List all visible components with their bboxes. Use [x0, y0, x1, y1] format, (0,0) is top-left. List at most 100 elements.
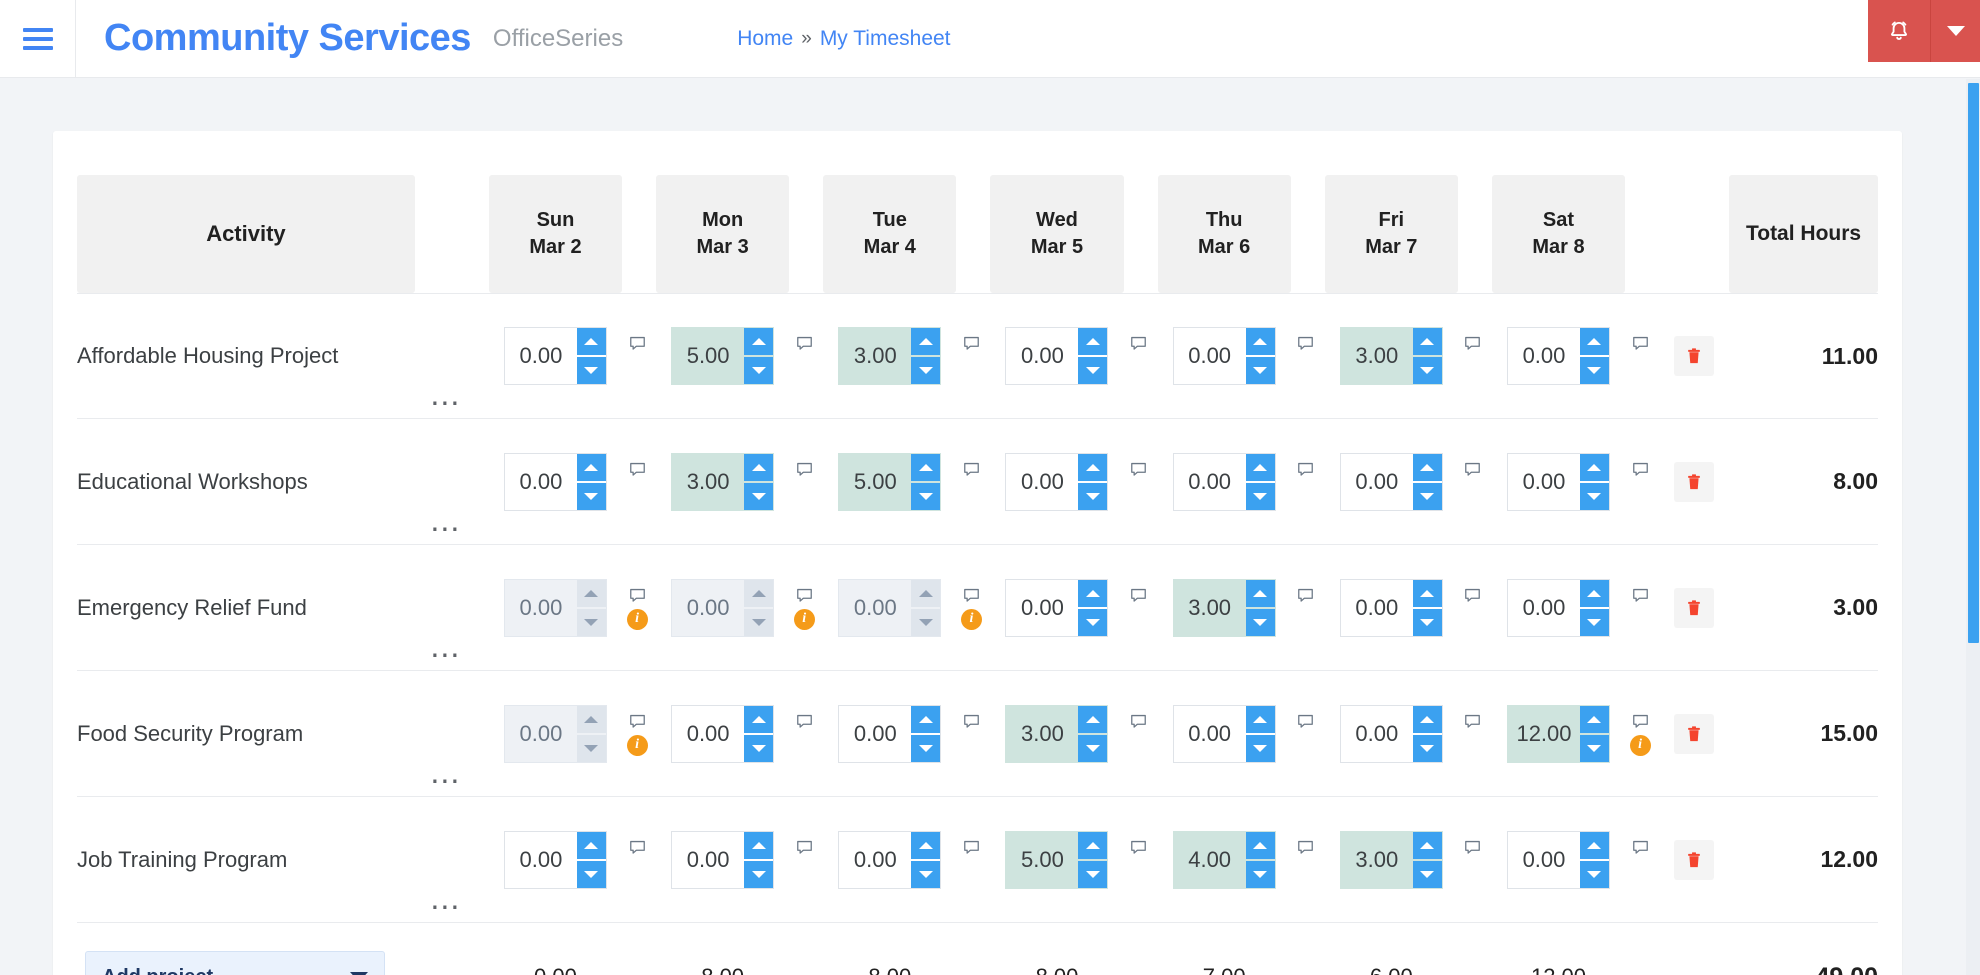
stepper-decrement-button[interactable]	[744, 357, 774, 384]
hours-stepper[interactable]	[576, 579, 606, 636]
hours-value[interactable]: 0.00	[1341, 454, 1413, 510]
hours-input-r4-d0[interactable]: 0.00	[503, 830, 607, 889]
hours-input-r2-d4[interactable]: 3.00	[1172, 578, 1276, 637]
hours-input-group[interactable]: 0.00	[1506, 830, 1610, 889]
hours-value[interactable]: 0.00	[1508, 832, 1580, 888]
stepper-increment-button[interactable]	[1412, 453, 1442, 481]
comment-icon[interactable]	[628, 334, 647, 353]
hours-stepper[interactable]	[576, 831, 606, 888]
stepper-increment-button[interactable]	[744, 579, 774, 607]
info-badge-icon[interactable]: i	[960, 608, 982, 630]
hours-value[interactable]: 0.00	[1006, 454, 1078, 510]
hours-stepper[interactable]	[576, 328, 606, 384]
hours-stepper[interactable]	[1078, 453, 1108, 510]
hours-input-r4-d3[interactable]: 5.00	[1005, 830, 1109, 889]
hours-input-r0-d3[interactable]: 0.00	[1005, 327, 1109, 385]
hours-value[interactable]: 0.00	[672, 706, 744, 762]
stepper-increment-button[interactable]	[576, 453, 606, 481]
hours-input-group[interactable]: 0.00	[1339, 452, 1443, 511]
stepper-increment-button[interactable]	[1579, 705, 1609, 733]
stepper-decrement-button[interactable]	[911, 482, 941, 510]
stepper-decrement-button[interactable]	[576, 482, 606, 510]
hours-input-r3-d6[interactable]: 12.00	[1506, 704, 1610, 763]
trash-icon[interactable]	[1684, 849, 1704, 871]
breadcrumb-home-link[interactable]: Home	[737, 27, 793, 51]
comment-icon[interactable]	[1296, 586, 1315, 605]
hours-input-group[interactable]: 3.00	[1172, 578, 1276, 637]
hours-value[interactable]: 0.00	[505, 454, 577, 510]
trash-icon[interactable]	[1684, 471, 1704, 493]
hours-value[interactable]: 0.00	[505, 328, 577, 384]
hours-stepper[interactable]	[1245, 328, 1275, 384]
stepper-decrement-button[interactable]	[911, 734, 941, 762]
hours-input-r3-d0[interactable]: 0.00	[503, 704, 607, 763]
stepper-increment-button[interactable]	[576, 831, 606, 859]
hours-input-group[interactable]: 0.00	[838, 830, 942, 889]
stepper-increment-button[interactable]	[1245, 705, 1275, 733]
stepper-increment-button[interactable]	[1078, 831, 1108, 859]
stepper-decrement-button[interactable]	[1078, 482, 1108, 510]
hours-input-r0-d5[interactable]: 3.00	[1339, 327, 1443, 385]
hours-stepper[interactable]	[1579, 579, 1609, 636]
hours-value[interactable]: 3.00	[1006, 706, 1078, 762]
stepper-increment-button[interactable]	[911, 705, 941, 733]
hours-value[interactable]: 0.00	[1174, 328, 1246, 384]
hours-input-r1-d4[interactable]: 0.00	[1172, 452, 1276, 511]
comment-icon[interactable]	[1296, 460, 1315, 479]
hours-stepper[interactable]	[1412, 453, 1442, 510]
hours-input-r3-d5[interactable]: 0.00	[1339, 704, 1443, 763]
hours-value[interactable]: 4.00	[1174, 832, 1246, 888]
stepper-decrement-button[interactable]	[744, 734, 774, 762]
comment-icon[interactable]	[795, 586, 814, 605]
hours-input-group[interactable]: 0.00	[503, 830, 607, 889]
info-badge-icon[interactable]: i	[626, 734, 648, 756]
hours-input-r1-d0[interactable]: 0.00	[503, 452, 607, 511]
hours-stepper[interactable]	[1078, 579, 1108, 636]
stepper-increment-button[interactable]	[1245, 579, 1275, 607]
hours-value[interactable]: 0.00	[1006, 328, 1078, 384]
hours-value[interactable]: 3.00	[839, 328, 911, 384]
hours-value[interactable]: 0.00	[839, 832, 911, 888]
comment-icon[interactable]	[795, 460, 814, 479]
stepper-increment-button[interactable]	[911, 831, 941, 859]
hours-input-r3-d1[interactable]: 0.00	[671, 704, 775, 763]
hours-input-group[interactable]: 12.00	[1506, 704, 1610, 763]
hours-input-r0-d1[interactable]: 5.00	[671, 327, 775, 385]
hours-stepper[interactable]	[744, 831, 774, 888]
hours-input-r0-d6[interactable]: 0.00	[1506, 327, 1610, 385]
hours-stepper[interactable]	[744, 705, 774, 762]
hours-input-group[interactable]: 0.00	[838, 578, 942, 637]
hours-stepper[interactable]	[1412, 579, 1442, 636]
notifications-button[interactable]	[1868, 0, 1930, 62]
stepper-decrement-button[interactable]	[1412, 734, 1442, 762]
stepper-increment-button[interactable]	[744, 705, 774, 733]
hours-input-r1-d2[interactable]: 5.00	[838, 452, 942, 511]
comment-icon[interactable]	[962, 586, 981, 605]
comment-icon[interactable]	[1129, 838, 1148, 857]
comment-icon[interactable]	[1296, 334, 1315, 353]
stepper-increment-button[interactable]	[1412, 579, 1442, 607]
comment-icon[interactable]	[962, 712, 981, 731]
hours-stepper[interactable]	[744, 328, 774, 384]
trash-icon[interactable]	[1684, 597, 1704, 619]
stepper-decrement-button[interactable]	[1078, 357, 1108, 384]
stepper-increment-button[interactable]	[744, 328, 774, 355]
hours-input-r2-d2[interactable]: 0.00	[838, 578, 942, 637]
hours-stepper[interactable]	[1579, 831, 1609, 888]
hours-stepper[interactable]	[1412, 831, 1442, 888]
hours-input-group[interactable]: 0.00	[503, 327, 607, 385]
hours-input-r4-d1[interactable]: 0.00	[671, 830, 775, 889]
stepper-increment-button[interactable]	[576, 705, 606, 733]
add-project-dropdown[interactable]: Add project	[85, 951, 385, 975]
stepper-increment-button[interactable]	[1078, 579, 1108, 607]
hours-input-group[interactable]: 3.00	[1339, 830, 1443, 889]
stepper-decrement-button[interactable]	[744, 608, 774, 636]
hours-input-r1-d6[interactable]: 0.00	[1506, 452, 1610, 511]
hours-value[interactable]: 0.00	[1006, 580, 1078, 636]
hours-stepper[interactable]	[744, 579, 774, 636]
hours-stepper[interactable]	[911, 453, 941, 510]
stepper-decrement-button[interactable]	[1245, 608, 1275, 636]
stepper-increment-button[interactable]	[1412, 831, 1442, 859]
hours-input-group[interactable]: 0.00	[671, 830, 775, 889]
hours-input-r3-d4[interactable]: 0.00	[1172, 704, 1276, 763]
